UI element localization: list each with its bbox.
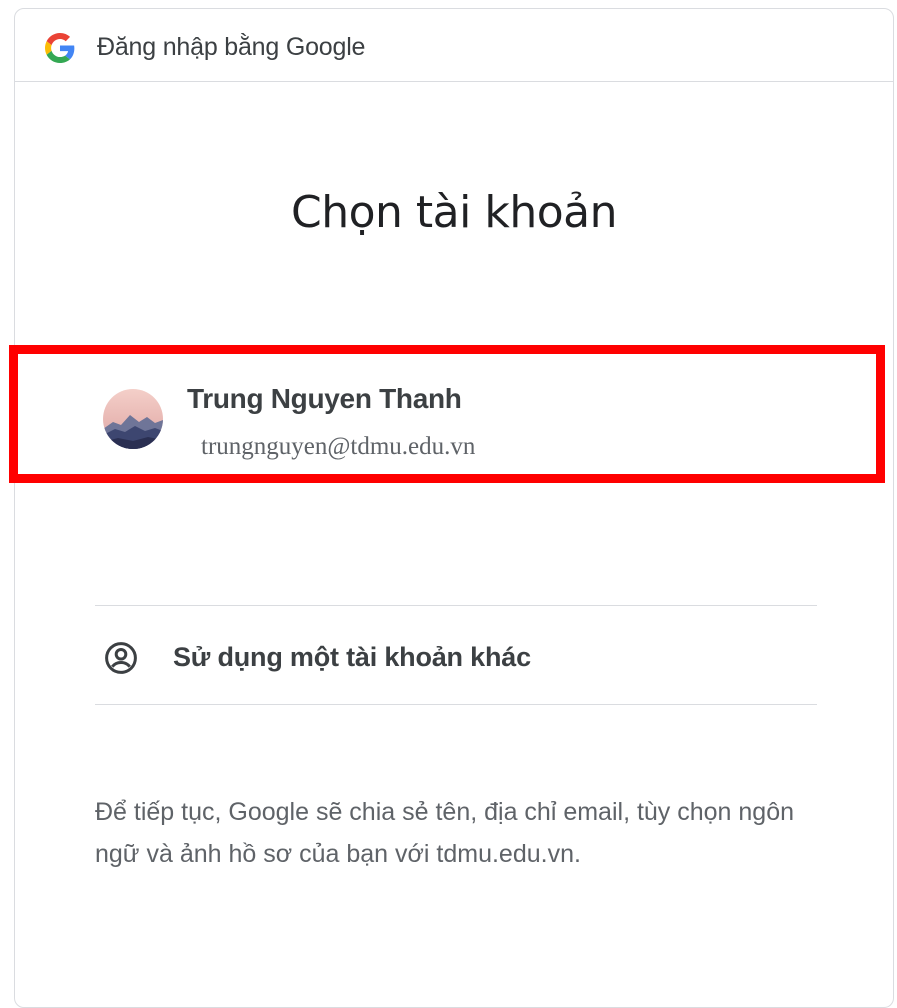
- account-circle-icon: [105, 642, 137, 674]
- google-g-icon: [45, 33, 75, 63]
- privacy-notice: Để tiếp tục, Google sẽ chia sẻ tên, địa …: [95, 798, 795, 868]
- divider-bottom: [95, 704, 817, 705]
- use-another-account-label: Sử dụng một tài khoản khác: [173, 642, 531, 672]
- page-title: Chọn tài khoản: [291, 187, 617, 238]
- card-header: Đăng nhập bằng Google: [15, 9, 893, 82]
- sign-in-card: Đăng nhập bằng Google Chọn tài khoản Tru…: [14, 8, 894, 1008]
- selection-highlight: [9, 345, 885, 483]
- use-another-account-button[interactable]: Sử dụng một tài khoản khác: [95, 606, 817, 704]
- header-title: Đăng nhập bằng Google: [97, 33, 366, 61]
